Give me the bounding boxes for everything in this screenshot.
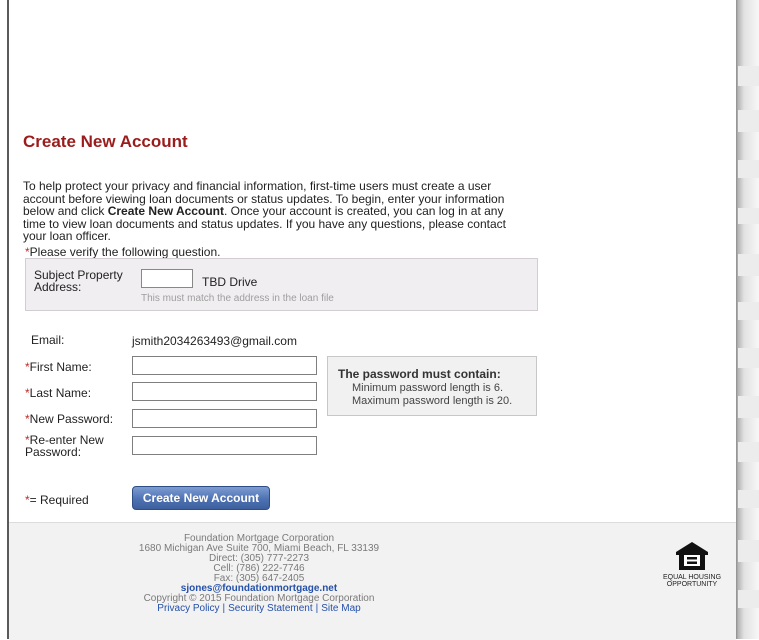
first-name-input[interactable] xyxy=(132,356,317,375)
site-map-link[interactable]: Site Map xyxy=(321,603,360,614)
footer-links: Privacy Policy | Security Statement | Site M… xyxy=(157,603,361,614)
page-title: Create New Account xyxy=(23,132,188,151)
property-address-label: Subject Property Address: xyxy=(34,268,123,294)
first-name-label-text: First Name: xyxy=(29,360,92,374)
property-hint: This must match the address in the loan … xyxy=(141,293,334,304)
password-rules-title: The password must contain: xyxy=(338,367,501,381)
verify-question-label: *Please verify the following question. xyxy=(25,245,220,259)
email-label: Email: xyxy=(31,333,65,347)
verify-question-panel: Subject Property Address: TBD Drive This… xyxy=(25,258,538,311)
last-name-label: *Last Name: xyxy=(25,387,91,399)
last-name-input[interactable] xyxy=(132,382,317,401)
equal-housing-house-icon xyxy=(676,542,708,570)
equal-housing-line1: EQUAL HOUSING xyxy=(662,574,722,581)
first-name-label: *First Name: xyxy=(25,361,92,373)
property-street-text: TBD Drive xyxy=(202,275,258,289)
right-scroll-shadow xyxy=(736,0,759,639)
new-password-label-text: New Password: xyxy=(29,412,114,426)
equal-housing-logo: EQUAL HOUSING OPPORTUNITY xyxy=(659,541,725,588)
page-content: Create New Account To help protect your … xyxy=(9,0,736,640)
verify-question-text: Please verify the following question. xyxy=(29,245,221,259)
reenter-password-label-text: Re-enter New Password: xyxy=(25,433,104,459)
create-account-button[interactable]: Create New Account xyxy=(132,486,270,510)
intro-text: To help protect your privacy and financi… xyxy=(23,180,523,243)
privacy-policy-link[interactable]: Privacy Policy xyxy=(157,603,219,614)
password-rule-min: Minimum password length is 6. xyxy=(352,382,504,394)
footer-contact: Foundation Mortgage Corporation 1680 Mic… xyxy=(9,534,509,614)
security-statement-link[interactable]: Security Statement xyxy=(228,603,312,614)
reenter-password-input[interactable] xyxy=(132,436,317,455)
property-number-input[interactable] xyxy=(141,269,193,288)
password-rule-max: Maximum password length is 20. xyxy=(352,395,513,407)
required-legend-text: = Required xyxy=(29,493,89,507)
email-value: jsmith2034263493@gmail.com xyxy=(132,334,297,348)
required-legend: *= Required xyxy=(25,493,89,507)
new-password-label: *New Password: xyxy=(25,413,113,425)
equal-housing-line2: OPPORTUNITY xyxy=(666,581,718,588)
password-rules-panel: The password must contain: Minimum passw… xyxy=(327,356,537,416)
footer: Foundation Mortgage Corporation 1680 Mic… xyxy=(9,522,736,640)
last-name-label-text: Last Name: xyxy=(29,386,92,400)
reenter-password-label: *Re-enter New Password: xyxy=(25,434,125,458)
new-password-input[interactable] xyxy=(132,409,317,428)
